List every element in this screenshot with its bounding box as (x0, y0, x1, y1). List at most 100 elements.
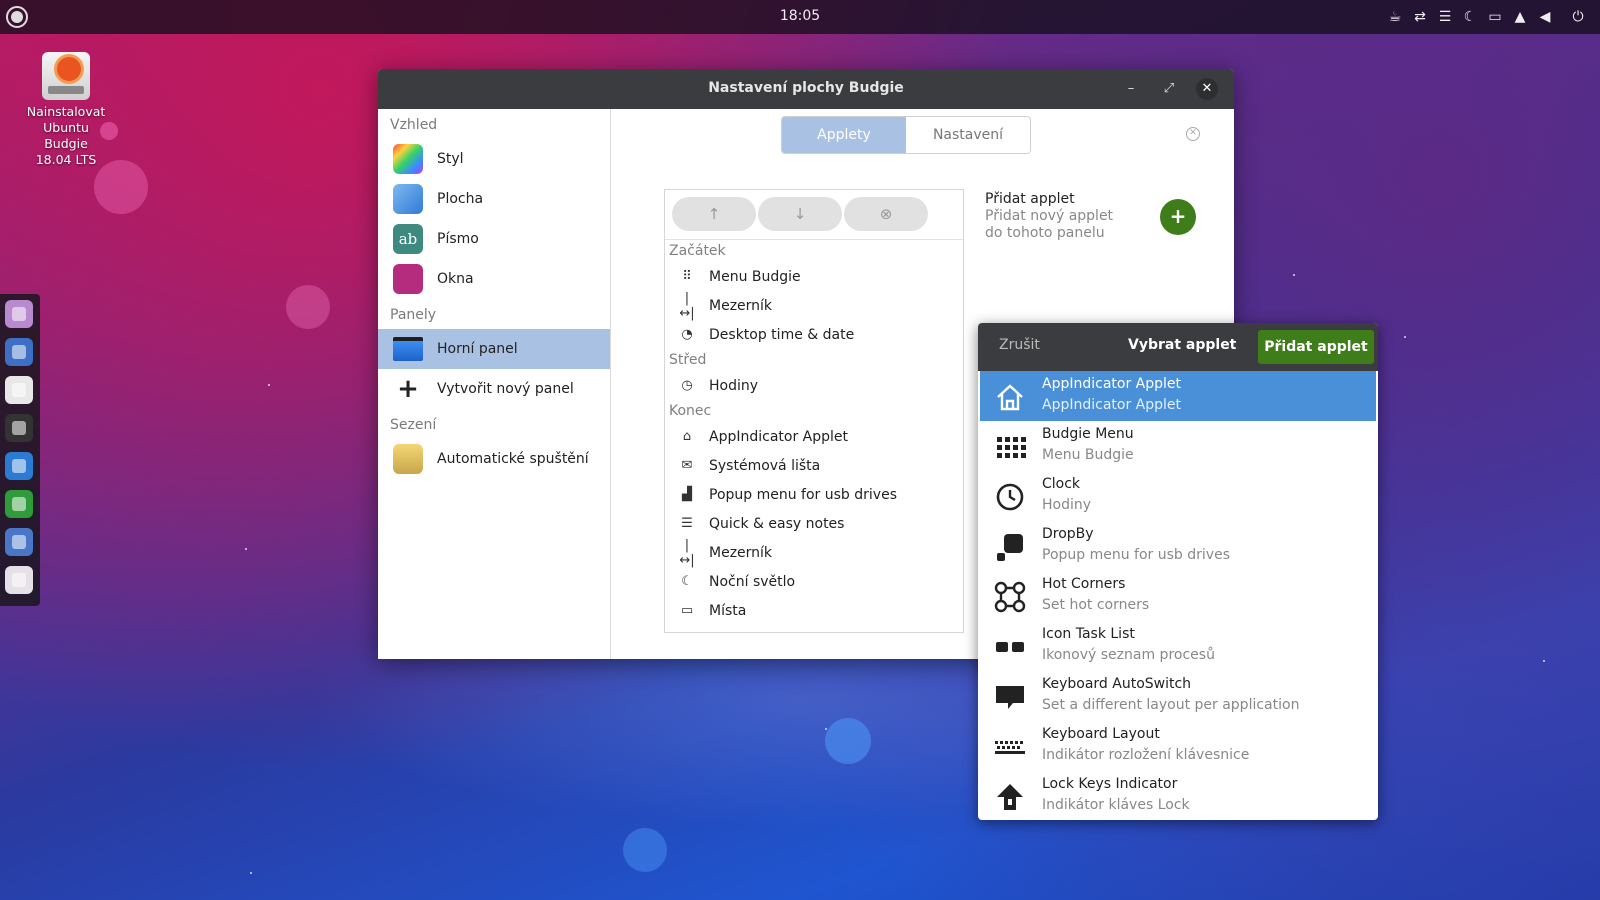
list-item[interactable]: ◔ Desktop time & date (665, 320, 963, 349)
folder-icon[interactable]: ▭ (1487, 8, 1503, 26)
sidebar-item-automaticke-spusteni[interactable]: Automatické spuštění (378, 439, 610, 479)
list-item[interactable]: ✉ Systémová lišta (665, 451, 963, 480)
list-item[interactable]: ◷ Hodiny (665, 371, 963, 400)
list-item[interactable]: ⌂ AppIndicator Applet (665, 422, 963, 451)
maximize-icon[interactable]: ⤢ (1158, 78, 1180, 100)
desktop-icon-label-line: Budgie (44, 136, 88, 151)
applet-row-clock[interactable]: Clock Hodiny (980, 471, 1376, 521)
cancel-button[interactable]: Zrušit (999, 337, 1040, 353)
list-item[interactable]: |↔| Mezerník (665, 538, 963, 568)
system-tray: ☕ ⇄ ☰ ☾ ▭ ▲ ◀ ⏻ (1387, 8, 1586, 26)
close-icon[interactable]: ✕ (1196, 78, 1218, 100)
moon-icon: ☾ (681, 574, 693, 589)
remove-circle-icon: ⊗ (879, 205, 893, 223)
moon-icon[interactable]: ☾ (1462, 8, 1478, 26)
list-item-label: Menu Budgie (709, 268, 801, 285)
list-item-label: Mezerník (709, 297, 773, 314)
music-icon[interactable] (5, 376, 33, 404)
network-arrows-icon[interactable]: ⇄ (1412, 8, 1428, 26)
applet-description: Set a different layout per application (1042, 697, 1300, 713)
list-item-label: Desktop time & date (709, 326, 855, 343)
applet-row-icon-task-list[interactable]: Icon Task List Ikonový seznam procesů (980, 621, 1376, 671)
keyboard-icon (995, 741, 1025, 754)
sidebar: Vzhled Styl Plocha ab Písmo Okna Panely … (378, 109, 611, 659)
list-item-label: Hodiny (709, 377, 759, 394)
applet-description: Menu Budgie (1042, 447, 1134, 463)
sidebar-section-sezeni: Sezení (390, 417, 437, 433)
clock[interactable]: 18:05 (0, 8, 1600, 24)
terminal-icon[interactable] (5, 414, 33, 442)
speech-bubble-icon (996, 686, 1024, 709)
writer-icon[interactable] (5, 452, 33, 480)
confirm-add-applet-button[interactable]: Přidat applet (1258, 330, 1374, 364)
web-browser-icon[interactable] (5, 338, 33, 366)
install-ubuntu-desktop-icon[interactable]: Nainstalovat Ubuntu Budgie 18.04 LTS (20, 52, 112, 168)
list-item[interactable]: |↔| Mezerník (665, 291, 963, 321)
add-applet-section: Přidat applet Přidat nový applet do toho… (985, 191, 1215, 242)
applet-name: Hot Corners (1042, 576, 1126, 592)
applet-name: Budgie Menu (1042, 426, 1134, 442)
star (825, 728, 827, 730)
applet-row-lock-keys-indicator[interactable]: Lock Keys Indicator Indikátor kláves Loc… (980, 771, 1376, 820)
applet-row-budgie-menu[interactable]: Budgie Menu Menu Budgie (980, 421, 1376, 471)
bell-icon[interactable]: ▲ (1512, 8, 1528, 26)
volume-icon[interactable]: ◀ (1537, 8, 1553, 26)
dropby-icon: ▟ (682, 487, 692, 502)
tab-nastaveni[interactable]: Nastavení (906, 117, 1030, 153)
list-item[interactable]: ☰ Quick & easy notes (665, 509, 963, 538)
list-icon: ☰ (681, 516, 693, 531)
top-panel: 18:05 ☕ ⇄ ☰ ☾ ▭ ▲ ◀ ⏻ (0, 0, 1600, 34)
chrome-icon[interactable] (5, 528, 33, 556)
move-down-button[interactable]: ↓ (758, 197, 842, 231)
remove-applet-button[interactable]: ⊗ (844, 197, 928, 231)
applet-row-appindicator[interactable]: AppIndicator Applet AppIndicator Applet (980, 371, 1376, 421)
calc-icon[interactable] (5, 490, 33, 518)
applet-list: ↑ ↓ ⊗ Začátek ⠿ Menu Budgie |↔| Mezerník ◔… (664, 189, 964, 633)
sidebar-item-pismo[interactable]: ab Písmo (378, 219, 610, 259)
popover-header: Zrušit Vybrat applet Přidat applet (978, 323, 1378, 371)
list-item[interactable]: ⠿ Menu Budgie (665, 262, 963, 291)
remove-panel-icon[interactable]: ✕ (1186, 127, 1200, 141)
sidebar-item-vytvorit-novy-panel[interactable]: + Vytvořit nový panel (378, 369, 610, 409)
sidebar-item-plocha[interactable]: Plocha (378, 179, 610, 219)
applet-row-dropby[interactable]: DropBy Popup menu for usb drives (980, 521, 1376, 571)
applet-name: Clock (1042, 476, 1081, 492)
sidebar-item-horni-panel[interactable]: Horní panel (378, 329, 610, 369)
coffee-icon[interactable]: ☕ (1387, 8, 1403, 26)
star (268, 384, 270, 386)
add-applet-button[interactable]: + (1160, 199, 1196, 235)
desktop-icon-label-line: Nainstalovat (26, 104, 106, 119)
desktop-icon-label-line: 18.04 LTS (35, 152, 97, 167)
list-item[interactable]: ▟ Popup menu for usb drives (665, 480, 963, 509)
applet-row-keyboard-autoswitch[interactable]: Keyboard AutoSwitch Set a different layo… (980, 671, 1376, 721)
dock (0, 294, 40, 606)
tab-applety[interactable]: Applety (782, 117, 906, 153)
title-bar[interactable]: Nastavení plochy Budgie – ⤢ ✕ (378, 69, 1234, 109)
installer-icon (42, 52, 90, 100)
files-icon[interactable] (5, 300, 33, 328)
sidebar-item-styl[interactable]: Styl (378, 139, 610, 179)
list-item[interactable]: ▭ Místa (665, 596, 963, 625)
settings-toggle-icon[interactable] (5, 566, 33, 594)
palette-icon (393, 144, 423, 174)
sidebar-item-okna[interactable]: Okna (378, 259, 610, 299)
applet-name: Keyboard Layout (1042, 726, 1160, 742)
applet-name: DropBy (1042, 526, 1094, 542)
task-list-icon (996, 642, 1024, 652)
applet-name: Icon Task List (1042, 626, 1135, 642)
star (1543, 660, 1545, 662)
list-item[interactable]: ☾ Noční světlo (665, 567, 963, 596)
star (250, 872, 252, 874)
sidebar-section-panely: Panely (390, 307, 437, 323)
minimize-icon[interactable]: – (1120, 78, 1142, 100)
power-icon[interactable]: ⏻ (1570, 8, 1586, 26)
grid-icon: ⠿ (682, 269, 692, 284)
list-icon[interactable]: ☰ (1437, 8, 1453, 26)
applet-row-hot-corners[interactable]: Hot Corners Set hot corners (980, 571, 1376, 621)
move-up-button[interactable]: ↑ (672, 197, 756, 231)
applet-row-keyboard-layout[interactable]: Keyboard Layout Indikátor rozložení kláv… (980, 721, 1376, 771)
bokeh-light (94, 160, 148, 214)
bokeh-light (825, 718, 871, 764)
bokeh-light (286, 285, 330, 329)
clock-icon: ◷ (681, 378, 693, 393)
